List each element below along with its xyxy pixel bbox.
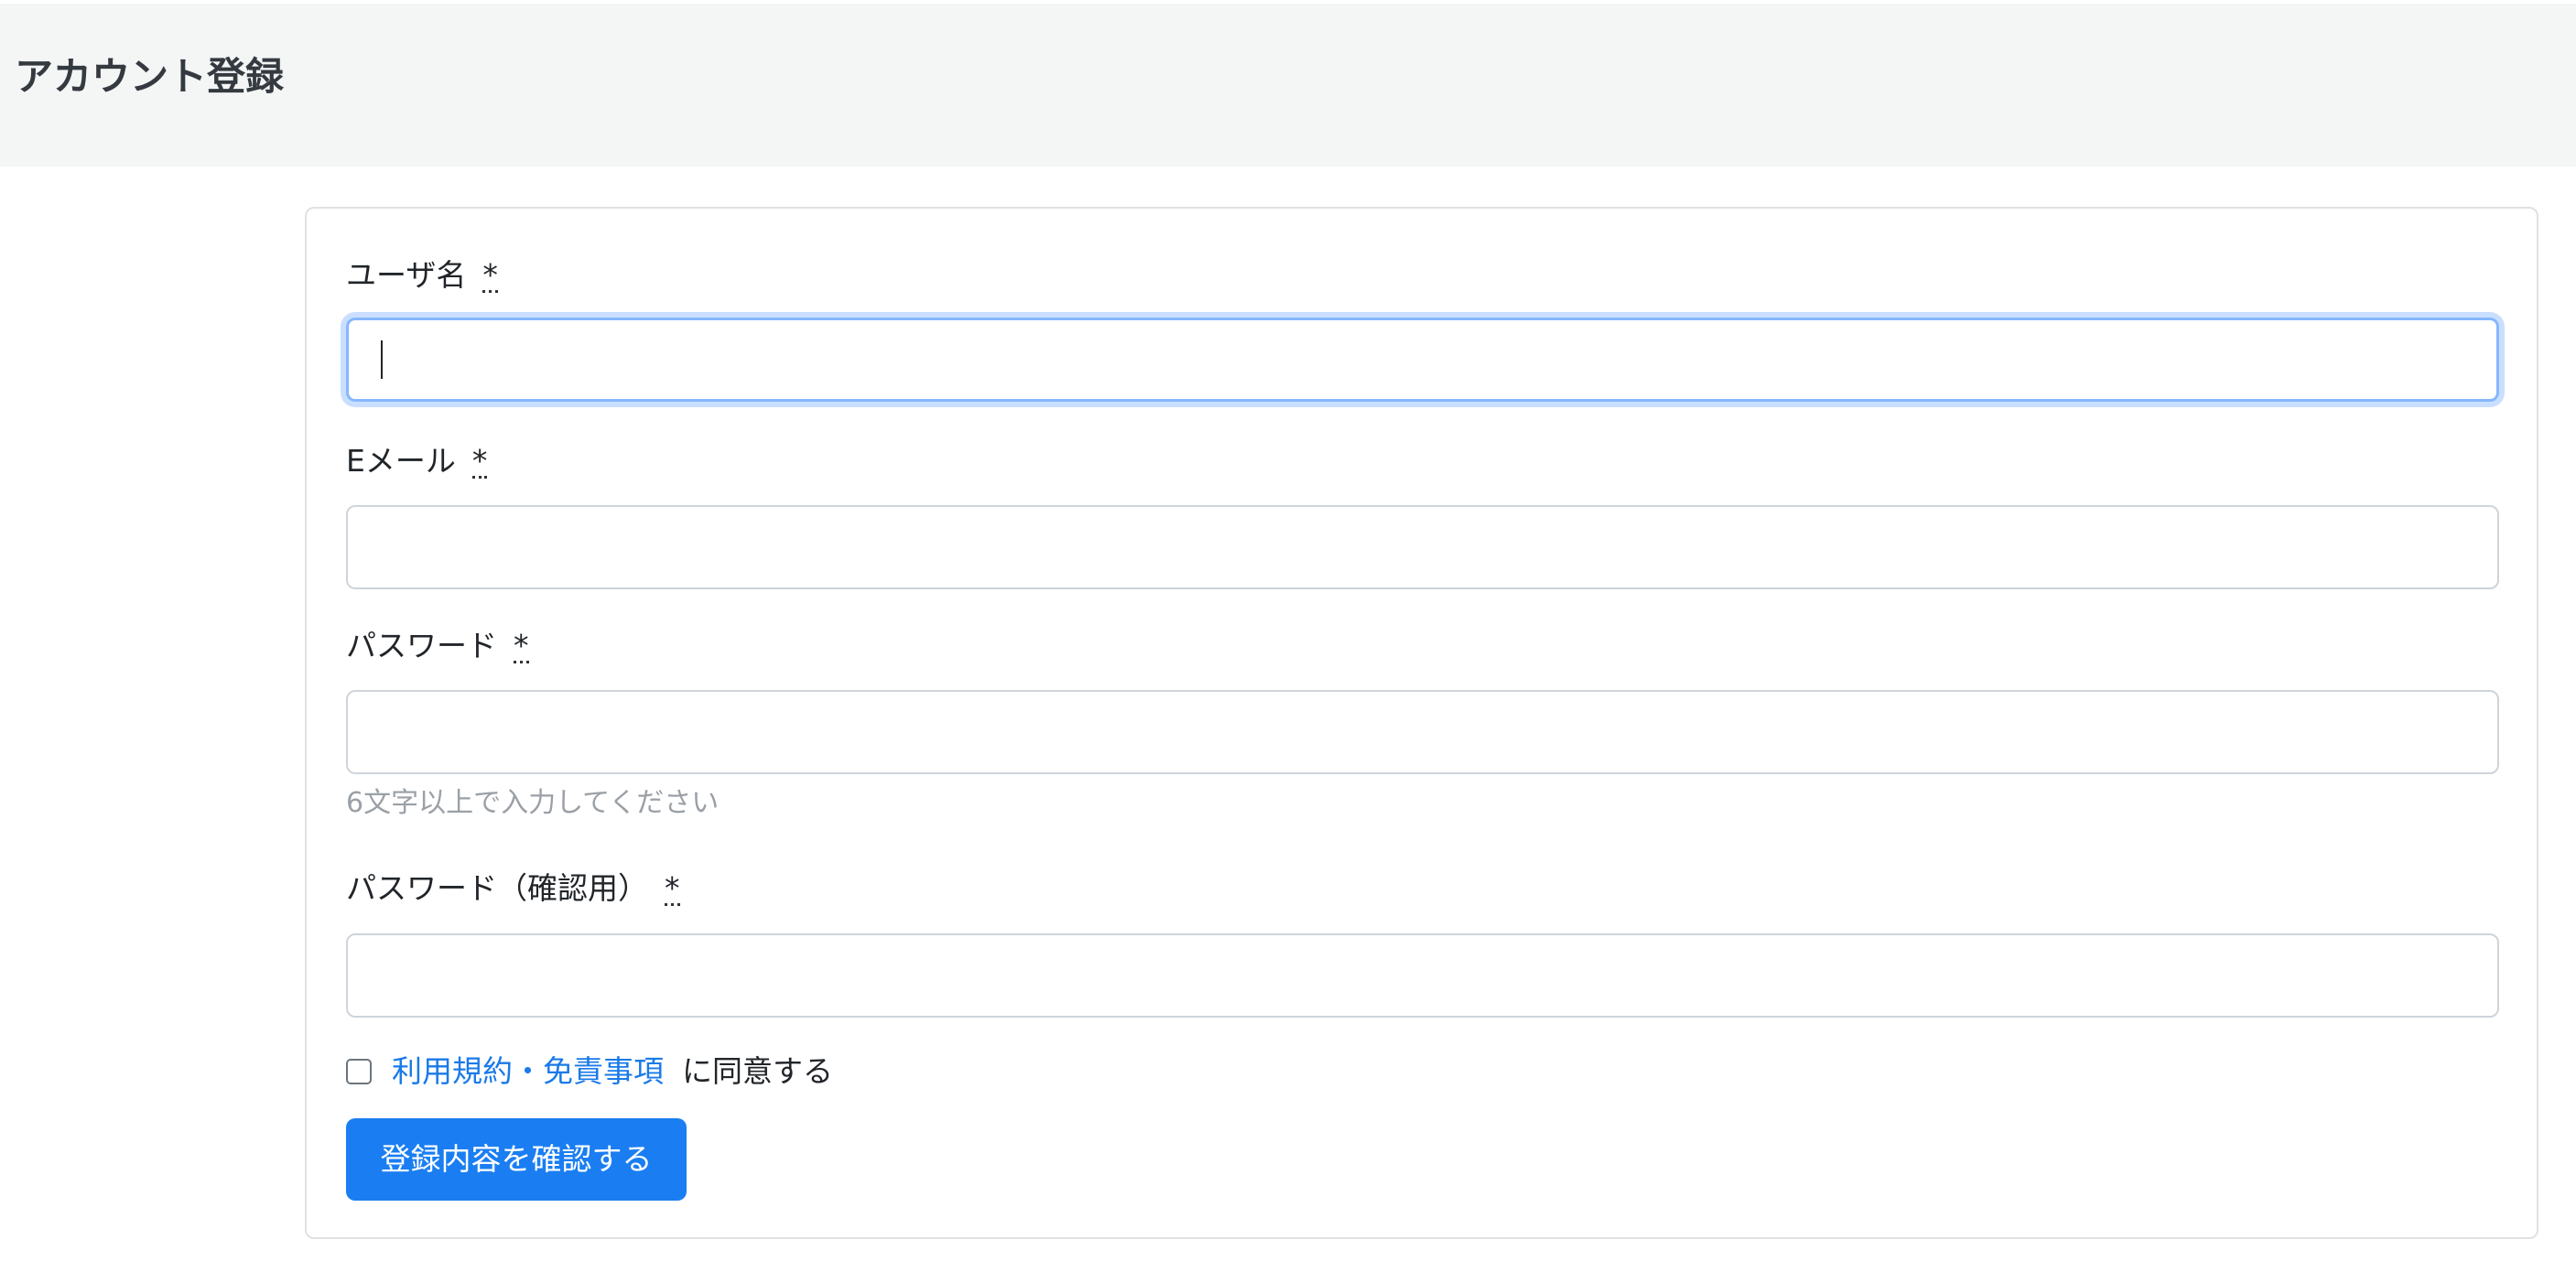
required-mark: * (471, 443, 488, 479)
required-mark: * (665, 870, 680, 906)
username-label: ユーザ名 * (346, 255, 498, 296)
password-confirm-label: パスワード（確認用） * (346, 868, 680, 909)
required-mark: * (514, 628, 529, 663)
password-label-text: パスワード (346, 628, 497, 663)
page-header: アカウント登録 (0, 4, 2576, 167)
required-mark: * (482, 257, 498, 293)
terms-agree-text: に同意する (682, 1053, 833, 1089)
email-label-text: Eメール (346, 443, 456, 479)
email-label: Eメール * (346, 441, 488, 481)
password-help-text: 6文字以上で入力してください (346, 787, 720, 819)
password-confirm-input[interactable] (346, 933, 2499, 1018)
password-label: パスワード * (346, 626, 529, 666)
terms-checkbox[interactable] (346, 1059, 372, 1084)
username-input[interactable] (346, 318, 2499, 402)
username-label-text: ユーザ名 (346, 257, 467, 293)
terms-agreement: 利用規約・免責事項 に同意する (392, 1051, 833, 1092)
email-input[interactable] (346, 505, 2499, 589)
password-input[interactable] (346, 690, 2499, 774)
page-title: アカウント登録 (15, 54, 285, 99)
password-confirm-label-text: パスワード（確認用） (346, 870, 648, 906)
terms-link[interactable]: 利用規約・免責事項 (392, 1053, 664, 1089)
text-caret (381, 340, 383, 379)
confirm-registration-button[interactable]: 登録内容を確認する (346, 1118, 687, 1201)
